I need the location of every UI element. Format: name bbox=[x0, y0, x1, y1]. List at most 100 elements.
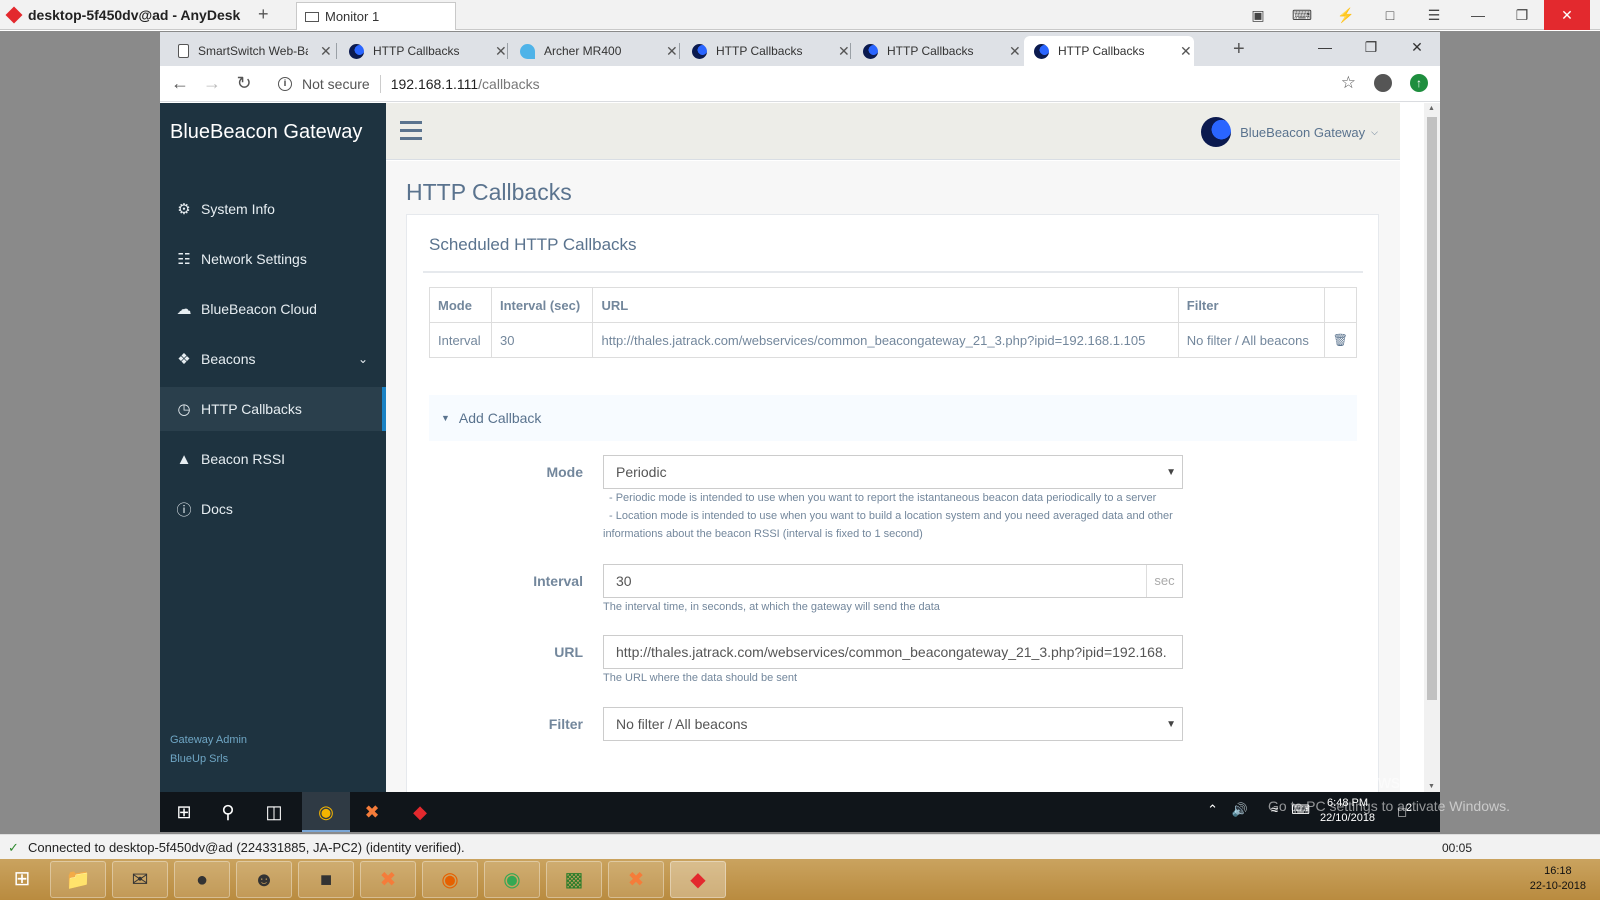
page-scrollbar[interactable]: ▲ ▼ bbox=[1424, 103, 1440, 792]
anydesk-session-tab[interactable]: desktop-5f450dv@ad - AnyDesk bbox=[0, 0, 290, 30]
volume-icon[interactable]: 🔊 bbox=[1232, 802, 1248, 818]
task-view-icon[interactable]: ◫ bbox=[262, 800, 286, 824]
update-icon[interactable]: ↑ bbox=[1410, 74, 1428, 92]
tab-close-icon[interactable]: ✕ bbox=[666, 43, 678, 60]
tab-label: HTTP Callbacks bbox=[373, 44, 460, 58]
col-url: URL bbox=[592, 287, 1179, 323]
reload-icon[interactable]: ↻ bbox=[228, 73, 260, 94]
local-clock[interactable]: 16:18 22-10-2018 bbox=[1530, 864, 1586, 894]
avatar bbox=[1201, 117, 1232, 147]
scrollbar-thumb[interactable] bbox=[1427, 117, 1437, 700]
sidebar-item-label: Beacon RSSI bbox=[201, 451, 286, 467]
scroll-down-icon[interactable]: ▼ bbox=[1428, 783, 1435, 790]
anydesk-monitor-tab[interactable]: Monitor 1 bbox=[296, 2, 456, 30]
sidebar-item-http-callbacks[interactable]: ◷ HTTP Callbacks bbox=[160, 387, 386, 431]
windows-start-icon[interactable]: ⊞ bbox=[172, 800, 196, 824]
tray-chevron-icon[interactable]: ⌃ bbox=[1207, 802, 1218, 818]
tab-http-callbacks-3[interactable]: HTTP Callbacks ✕ bbox=[853, 36, 1021, 66]
not-secure-label[interactable]: Not secure bbox=[302, 76, 370, 92]
frog-icon[interactable]: ● bbox=[174, 861, 230, 898]
sidebar-item-bluebeacon-cloud[interactable]: ☁ BlueBeacon Cloud bbox=[160, 287, 386, 331]
filter-select[interactable]: No filter / All beacons ▼ bbox=[603, 707, 1183, 741]
sidebar-item-label: BlueBeacon Cloud bbox=[201, 301, 317, 317]
tab-strip: SmartSwitch Web-Ba ✕ HTTP Callbacks ✕ Ar… bbox=[160, 32, 1440, 66]
search-icon[interactable]: ⚲ bbox=[216, 800, 240, 824]
tab-http-callbacks-2[interactable]: HTTP Callbacks ✕ bbox=[682, 36, 850, 66]
tab-label: Archer MR400 bbox=[544, 44, 622, 58]
tab-archer[interactable]: Archer MR400 ✕ bbox=[510, 36, 678, 66]
tab-http-callbacks-1[interactable]: HTTP Callbacks ✕ bbox=[339, 36, 507, 66]
sidebar-item-label: Docs bbox=[201, 501, 233, 517]
info-icon[interactable]: i bbox=[278, 76, 292, 91]
close-button[interactable]: ✕ bbox=[1394, 32, 1440, 66]
forward-icon[interactable]: → bbox=[196, 73, 228, 94]
user-menu[interactable]: BlueBeacon Gateway ⌵ bbox=[1201, 117, 1378, 147]
caret-down-icon: ▼ bbox=[441, 413, 450, 423]
outlook-icon[interactable]: ✉ bbox=[112, 861, 168, 898]
interval-help: The interval time, in seconds, at which … bbox=[603, 601, 940, 613]
back-icon[interactable]: ← bbox=[164, 73, 196, 94]
url-path[interactable]: /callbacks bbox=[478, 76, 539, 92]
tab-close-icon[interactable]: ✕ bbox=[838, 43, 850, 60]
new-tab-button[interactable]: + bbox=[1233, 38, 1245, 61]
sidebar-item-docs[interactable]: ⓘ Docs bbox=[160, 487, 386, 531]
chart-app-icon[interactable]: ▩ bbox=[546, 861, 602, 898]
url-host[interactable]: 192.168.1.111 bbox=[391, 76, 478, 92]
chevron-down-icon: ⌵ bbox=[1371, 126, 1378, 137]
browser-window: SmartSwitch Web-Ba ✕ HTTP Callbacks ✕ Ar… bbox=[160, 32, 1440, 792]
tab-label: HTTP Callbacks bbox=[887, 44, 974, 58]
keyboard-icon[interactable]: ⌨ bbox=[1280, 7, 1324, 24]
xampp-icon[interactable]: ✖ bbox=[360, 861, 416, 898]
tab-close-icon[interactable]: ✕ bbox=[1180, 43, 1192, 60]
minimize-button[interactable]: — bbox=[1302, 32, 1348, 66]
remote-taskbar: ⊞ ⚲ ◫ ◉ ✖ ◆ ⌃ 🔊 ≈ ⌨ 6:48 PM 22/10/2018 □… bbox=[160, 792, 1440, 832]
tab-label: HTTP Callbacks bbox=[716, 44, 803, 58]
sidebar-item-beacons[interactable]: ❖ Beacons ⌄ bbox=[160, 337, 386, 381]
account-icon[interactable] bbox=[1374, 74, 1392, 92]
sidebar-item-network-settings[interactable]: ☷ Network Settings bbox=[160, 237, 386, 281]
restore-button[interactable]: ❐ bbox=[1500, 7, 1544, 24]
actions-icon[interactable]: ⚡ bbox=[1324, 7, 1368, 24]
local-date: 22-10-2018 bbox=[1529, 880, 1586, 892]
trash-icon[interactable]: 🗑 bbox=[1323, 322, 1358, 358]
maximize-button[interactable]: ❐ bbox=[1348, 32, 1394, 66]
xampp-icon[interactable]: ✖ bbox=[608, 861, 664, 898]
anydesk-new-tab-button[interactable]: + bbox=[258, 4, 269, 25]
tab-close-icon[interactable]: ✕ bbox=[1009, 43, 1021, 60]
tab-close-icon[interactable]: ✕ bbox=[495, 43, 507, 60]
add-callback-toggle[interactable]: ▼ Add Callback bbox=[429, 395, 1357, 441]
windows-start-icon[interactable]: ⊞ bbox=[0, 861, 44, 898]
scroll-up-icon[interactable]: ▲ bbox=[1428, 105, 1435, 112]
chrome-icon[interactable]: ◉ bbox=[484, 861, 540, 898]
mode-select[interactable]: Periodic ▼ bbox=[603, 455, 1183, 489]
firefox-icon[interactable]: ◉ bbox=[422, 861, 478, 898]
menu-icon[interactable]: ☰ bbox=[1412, 7, 1456, 24]
brand-title[interactable]: BlueBeacon Gateway bbox=[170, 121, 362, 144]
hamburger-menu-icon[interactable] bbox=[400, 121, 422, 145]
tab-close-icon[interactable]: ✕ bbox=[320, 43, 332, 60]
bookmark-star-icon[interactable]: ☆ bbox=[1341, 73, 1356, 93]
network-tool-icon[interactable]: ■ bbox=[298, 861, 354, 898]
xampp-icon[interactable]: ✖ bbox=[360, 800, 384, 824]
monitor-icon bbox=[305, 11, 319, 22]
table-header-row: Mode Interval (sec) URL Filter bbox=[429, 287, 1358, 323]
chrome-icon: ◉ bbox=[318, 802, 334, 822]
sidebar-item-system-info[interactable]: ⚙ System Info bbox=[160, 187, 386, 231]
url-input[interactable]: http://thales.jatrack.com/webservices/co… bbox=[603, 635, 1183, 669]
interval-input[interactable]: 30 sec bbox=[603, 564, 1183, 598]
users-icon[interactable]: ☻ bbox=[236, 861, 292, 898]
table-row: Interval 30 http://thales.jatrack.com/we… bbox=[429, 322, 1358, 358]
tab-smartswitch[interactable]: SmartSwitch Web-Ba ✕ bbox=[168, 36, 332, 66]
web-page: BlueBeacon Gateway ⚙ System Info ☷ Netwo… bbox=[160, 103, 1440, 792]
interval-unit-addon: sec bbox=[1146, 565, 1182, 597]
sidebar-item-beacon-rssi[interactable]: ▲ Beacon RSSI bbox=[160, 437, 386, 481]
anydesk-icon[interactable]: ◆ bbox=[670, 861, 726, 898]
close-button[interactable]: ✕ bbox=[1544, 0, 1590, 30]
minimize-button[interactable]: — bbox=[1456, 7, 1500, 23]
explorer-icon[interactable]: 📁 bbox=[50, 861, 106, 898]
tab-http-callbacks-active[interactable]: HTTP Callbacks ✕ bbox=[1024, 36, 1194, 66]
anydesk-icon[interactable]: ◆ bbox=[408, 800, 432, 824]
chat-icon[interactable]: ▣ bbox=[1236, 7, 1280, 24]
url-label: URL bbox=[554, 644, 583, 660]
display-icon[interactable]: □ bbox=[1368, 7, 1412, 23]
